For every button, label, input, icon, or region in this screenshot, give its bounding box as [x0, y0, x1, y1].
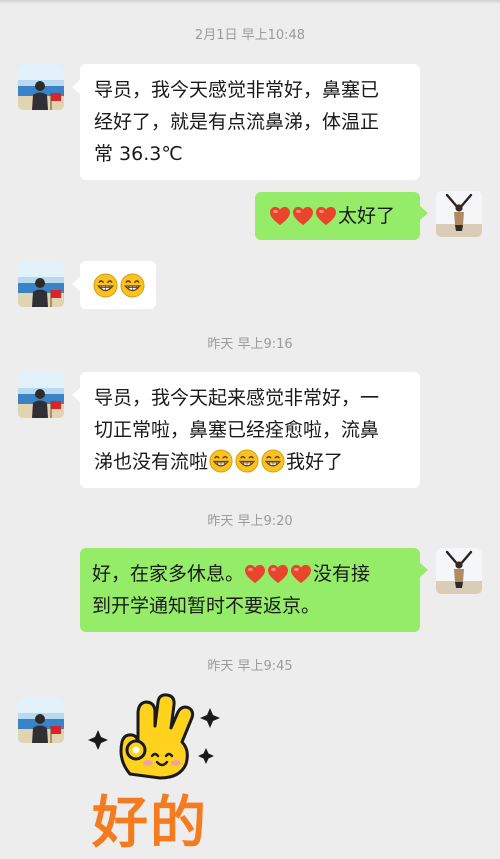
ok-hand-icon	[88, 693, 220, 780]
message-text: 常 36.3℃	[94, 143, 183, 165]
message-text: 好，在家多休息。	[92, 563, 245, 585]
sticker-caption: 好的	[92, 791, 208, 856]
message-bubble-received[interactable]: 导员，我今天起来感觉非常好，一 切正常啦，鼻塞已经痊愈啦，流鼻 涕也没有流啦 我好…	[80, 372, 420, 488]
message-text: 经好了，就是有点流鼻涕，体温正	[94, 111, 380, 133]
chat-timestamp: 昨天 早上9:45	[207, 659, 293, 674]
contact-avatar[interactable]	[18, 372, 64, 418]
my-avatar[interactable]	[436, 548, 482, 594]
bubble-tail	[420, 206, 428, 220]
ok-hand-sticker[interactable]: 好的	[78, 690, 238, 856]
message-bubble-sent[interactable]: 太好了	[255, 192, 420, 240]
contact-avatar[interactable]	[18, 261, 64, 307]
grinning-face-icon	[261, 449, 285, 473]
red-heart-icon	[267, 564, 289, 584]
my-avatar[interactable]	[436, 191, 482, 237]
grinning-face-icon	[235, 449, 259, 473]
contact-avatar[interactable]	[18, 697, 64, 743]
grinning-face-icon	[120, 273, 145, 298]
bubble-tail	[420, 563, 428, 577]
message-bubble-received[interactable]: 导员，我今天感觉非常好，鼻塞已 经好了，就是有点流鼻涕，体温正 常 36.3℃	[80, 64, 420, 180]
message-bubble-sent[interactable]: 好，在家多休息。 没有接 到开学通知暂时不要返京。	[80, 548, 420, 632]
top-shadow	[0, 0, 500, 4]
message-bubble-received[interactable]	[80, 261, 156, 309]
red-heart-icon	[292, 206, 314, 226]
grinning-face-icon	[93, 273, 118, 298]
message-text: 到开学通知暂时不要返京。	[92, 595, 321, 617]
message-text: 导员，我今天感觉非常好，鼻塞已	[94, 79, 380, 101]
chat-timestamp: 昨天 早上9:16	[207, 337, 293, 352]
contact-avatar[interactable]	[18, 64, 64, 110]
message-text: 切正常啦，鼻塞已经痊愈啦，流鼻	[94, 419, 380, 441]
bubble-tail	[72, 80, 80, 94]
red-heart-icon	[244, 564, 266, 584]
message-text: 没有接	[313, 563, 371, 585]
red-heart-icon	[269, 206, 291, 226]
chat-timestamp: 2月1日 早上10:48	[194, 28, 306, 43]
bubble-tail	[72, 277, 80, 291]
red-heart-icon	[290, 564, 312, 584]
message-text: 太好了	[338, 205, 396, 227]
bubble-tail	[72, 388, 80, 402]
chat-timestamp: 昨天 早上9:20	[207, 514, 293, 529]
message-text: 涕也没有流啦	[94, 451, 209, 473]
red-heart-icon	[315, 206, 337, 226]
grinning-face-icon	[209, 449, 233, 473]
message-text: 导员，我今天起来感觉非常好，一	[94, 387, 380, 409]
message-text: 我好了	[286, 451, 344, 473]
